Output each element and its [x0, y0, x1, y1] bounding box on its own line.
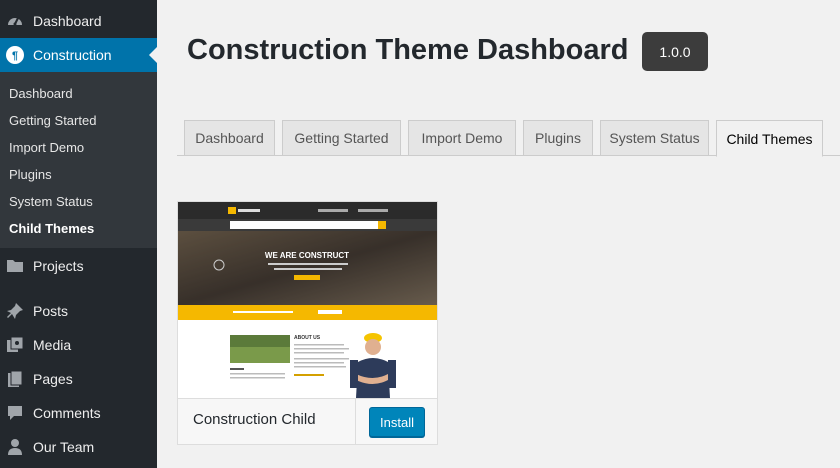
submenu-item-dashboard[interactable]: Dashboard — [9, 86, 73, 101]
comment-icon — [5, 403, 25, 423]
about-heading: ABOUT US — [294, 335, 321, 341]
menu-item-projects[interactable]: Projects — [0, 249, 157, 283]
construction-submenu: Dashboard Getting Started Import Demo Pl… — [0, 72, 157, 248]
folder-icon — [5, 256, 25, 276]
hero-heading: WE ARE CONSTRUCT — [265, 251, 349, 260]
tab-import-demo[interactable]: Import Demo — [408, 120, 516, 156]
menu-item-pages[interactable]: Pages — [0, 362, 157, 396]
page-title: Construction Theme Dashboard — [187, 34, 629, 66]
submenu-item-plugins[interactable]: Plugins — [9, 167, 52, 182]
theme-card: WE ARE CONSTRUCT ABOUT US Construction C… — [177, 201, 438, 445]
tab-plugins[interactable]: Plugins — [523, 120, 593, 156]
menu-item-construction[interactable]: ¶ Construction — [0, 38, 157, 72]
theme-screenshot: WE ARE CONSTRUCT ABOUT US — [178, 202, 437, 398]
dashboard-icon — [5, 11, 25, 31]
submenu-item-getting-started[interactable]: Getting Started — [9, 113, 96, 128]
theme-card-footer: Construction Child Install — [178, 398, 437, 445]
footer-separator — [355, 399, 356, 445]
tab-getting-started[interactable]: Getting Started — [282, 120, 401, 156]
admin-sidebar: Dashboard ¶ Construction Dashboard Getti… — [0, 0, 157, 468]
tab-system-status[interactable]: System Status — [600, 120, 709, 156]
submenu-item-system-status[interactable]: System Status — [9, 194, 93, 209]
menu-item-media[interactable]: Media — [0, 328, 157, 362]
menu-item-posts[interactable]: Posts — [0, 294, 157, 328]
construction-theme-icon: ¶ — [5, 45, 25, 65]
submenu-item-child-themes[interactable]: Child Themes — [9, 221, 94, 236]
submenu-item-import-demo[interactable]: Import Demo — [9, 140, 84, 155]
svg-text:¶: ¶ — [12, 50, 18, 62]
install-button[interactable]: Install — [369, 407, 425, 437]
tab-dashboard[interactable]: Dashboard — [184, 120, 275, 156]
theme-name: Construction Child — [193, 411, 316, 428]
pin-icon — [5, 301, 25, 321]
version-badge: 1.0.0 — [642, 32, 708, 71]
menu-item-comments[interactable]: Comments — [0, 396, 157, 430]
menu-item-our-team[interactable]: Our Team — [0, 430, 157, 464]
media-icon — [5, 335, 25, 355]
tab-child-themes[interactable]: Child Themes — [716, 120, 823, 157]
pages-icon — [5, 369, 25, 389]
menu-item-dashboard[interactable]: Dashboard — [0, 4, 157, 38]
user-icon — [5, 437, 25, 457]
